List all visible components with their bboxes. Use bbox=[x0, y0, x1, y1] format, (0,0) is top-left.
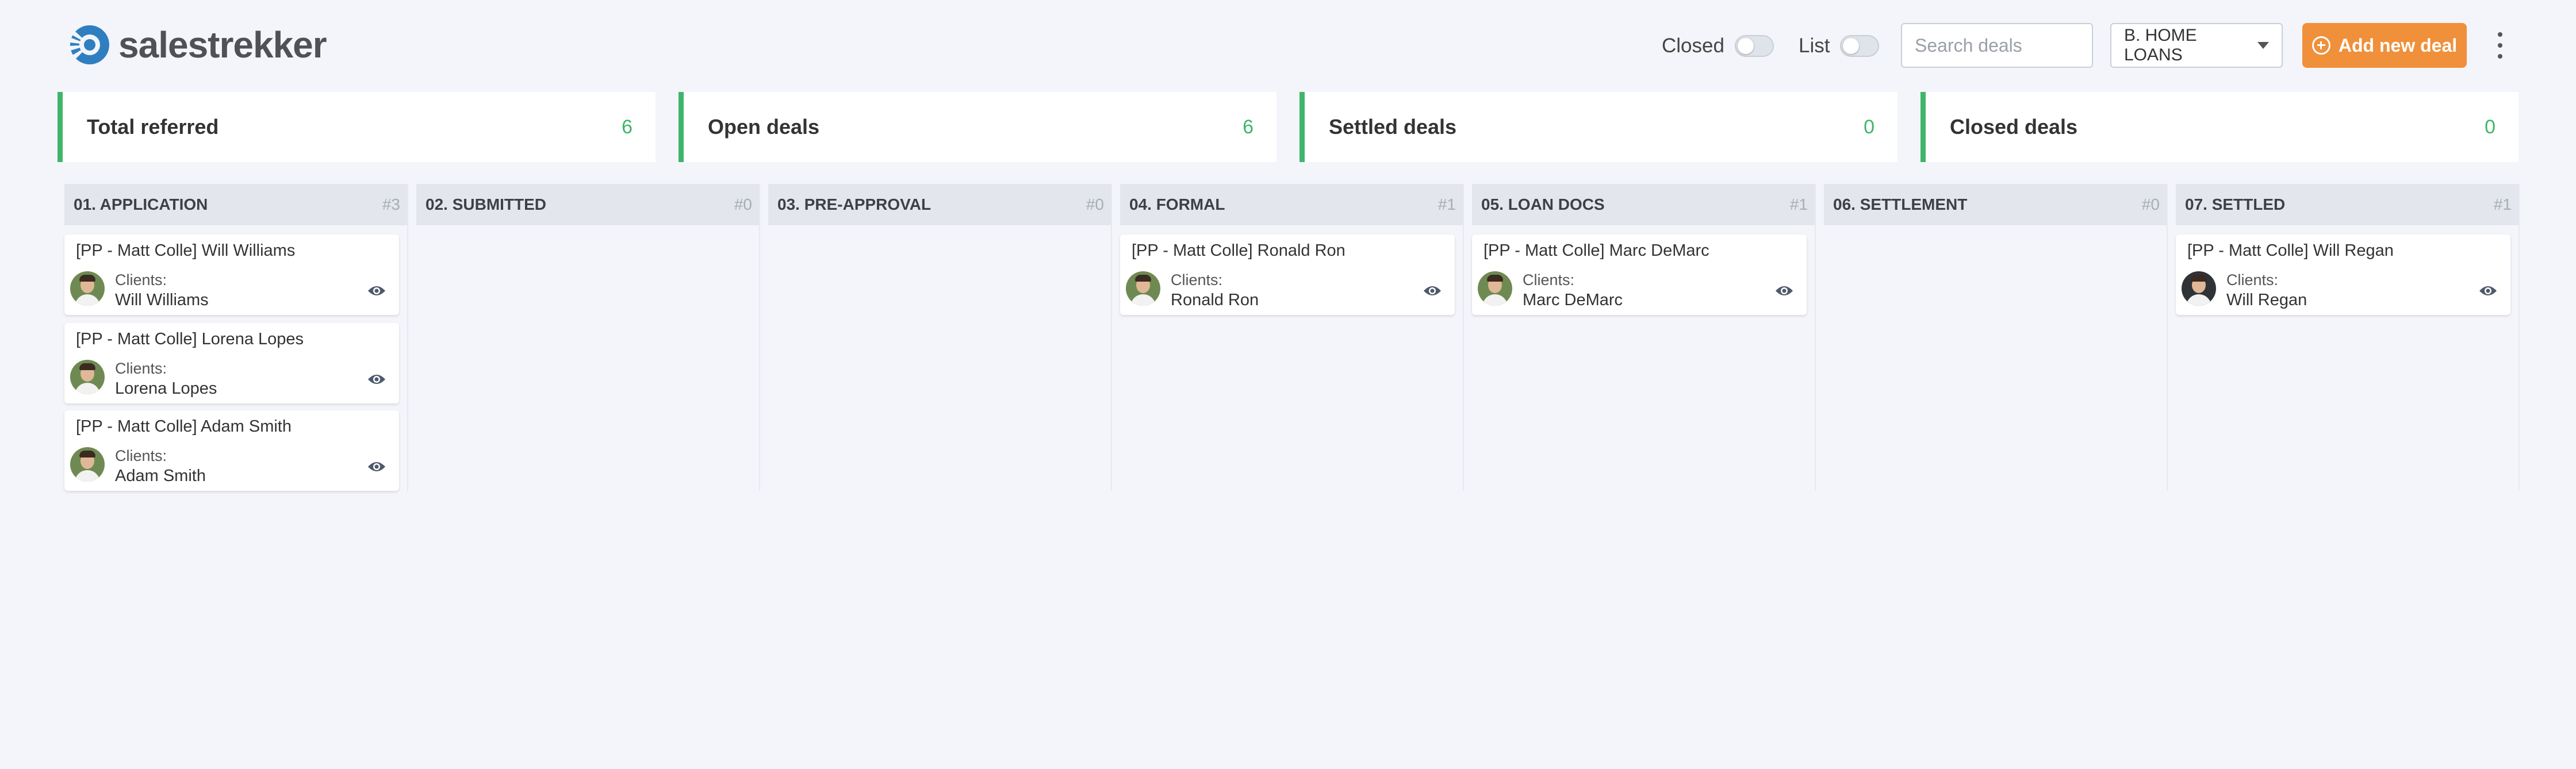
column-count: #0 bbox=[734, 195, 752, 213]
stat-label: Closed deals bbox=[1950, 115, 2078, 139]
column-header: 05. LOAN DOCS #1 bbox=[1472, 184, 1815, 225]
deal-card[interactable]: [PP - Matt Colle] Marc DeMarc Clients: M… bbox=[1472, 234, 1807, 315]
client-name: Will Williams bbox=[115, 291, 209, 309]
stat-value: 0 bbox=[1864, 116, 1874, 138]
more-options-icon[interactable] bbox=[2493, 32, 2507, 59]
column-count: #0 bbox=[2141, 195, 2160, 213]
eye-icon[interactable] bbox=[367, 460, 386, 474]
clients-label: Clients: bbox=[115, 447, 167, 464]
client-avatar bbox=[2182, 271, 2216, 306]
client-name: Will Regan bbox=[2226, 291, 2307, 309]
list-toggle-switch[interactable] bbox=[1840, 35, 1880, 57]
column-header: 04. FORMAL #1 bbox=[1120, 184, 1463, 225]
client-name: Lorena Lopes bbox=[115, 379, 217, 398]
deal-title[interactable]: [PP - Matt Colle] Marc DeMarc bbox=[1483, 241, 1709, 260]
stat-settled-deals: Settled deals 0 bbox=[1300, 92, 1897, 162]
column-header: 06. SETTLEMENT #0 bbox=[1824, 184, 2167, 225]
plus-circle-icon bbox=[2312, 36, 2330, 55]
column-count: #1 bbox=[1438, 195, 1456, 213]
deal-card[interactable]: [PP - Matt Colle] Will Williams Clients:… bbox=[64, 234, 399, 315]
stat-label: Open deals bbox=[708, 115, 820, 139]
stat-value: 6 bbox=[622, 116, 632, 138]
eye-icon[interactable] bbox=[367, 284, 386, 298]
column-count: #1 bbox=[2493, 195, 2512, 213]
pipeline-column-settlement: 06. SETTLEMENT #0 bbox=[1824, 184, 2168, 491]
logo-text: salestrekker bbox=[118, 24, 327, 66]
column-header: 07. SETTLED #1 bbox=[2176, 184, 2518, 225]
column-title: 03. PRE-APPROVAL bbox=[777, 195, 931, 213]
clients-label: Clients: bbox=[1171, 271, 1223, 289]
column-header: 02. SUBMITTED #0 bbox=[416, 184, 759, 225]
deal-card[interactable]: [PP - Matt Colle] Ronald Ron Clients: Ro… bbox=[1120, 234, 1455, 315]
column-header: 01. APPLICATION #3 bbox=[64, 184, 407, 225]
client-avatar bbox=[70, 360, 105, 394]
list-toggle[interactable]: List bbox=[1799, 32, 1880, 60]
list-toggle-label: List bbox=[1799, 34, 1830, 57]
pipeline-select[interactable]: B. HOME LOANS bbox=[2110, 23, 2283, 68]
stat-closed-deals: Closed deals 0 bbox=[1920, 92, 2518, 162]
column-title: 04. FORMAL bbox=[1129, 195, 1225, 213]
eye-icon[interactable] bbox=[1423, 284, 1442, 298]
stat-label: Total referred bbox=[87, 115, 219, 139]
stat-total-referred: Total referred 6 bbox=[57, 92, 656, 162]
closed-toggle[interactable]: Closed bbox=[1662, 32, 1774, 60]
clients-label: Clients: bbox=[2226, 271, 2279, 289]
eye-icon[interactable] bbox=[367, 372, 386, 386]
pipeline-column-submitted: 02. SUBMITTED #0 bbox=[416, 184, 760, 491]
closed-toggle-label: Closed bbox=[1662, 34, 1724, 57]
add-new-deal-label: Add new deal bbox=[2338, 34, 2458, 56]
closed-toggle-switch[interactable] bbox=[1734, 35, 1774, 57]
deal-title[interactable]: [PP - Matt Colle] Ronald Ron bbox=[1132, 241, 1346, 260]
add-new-deal-button[interactable]: Add new deal bbox=[2302, 23, 2467, 68]
stat-label: Settled deals bbox=[1329, 115, 1457, 139]
client-avatar bbox=[1126, 271, 1160, 306]
column-title: 06. SETTLEMENT bbox=[1833, 195, 1968, 213]
clients-label: Clients: bbox=[115, 271, 167, 289]
deal-card[interactable]: [PP - Matt Colle] Will Regan Clients: Wi… bbox=[2176, 234, 2510, 315]
clients-label: Clients: bbox=[115, 360, 167, 377]
client-avatar bbox=[1478, 271, 1512, 306]
stat-value: 0 bbox=[2485, 116, 2496, 138]
pipeline-column-loan-docs: 05. LOAN DOCS #1 [PP - Matt Colle] Marc … bbox=[1472, 184, 1816, 491]
client-avatar bbox=[70, 271, 105, 306]
column-title: 01. APPLICATION bbox=[74, 195, 208, 213]
logo-icon bbox=[69, 25, 109, 64]
column-count: #3 bbox=[382, 195, 400, 213]
pipeline-column-formal: 04. FORMAL #1 [PP - Matt Colle] Ronald R… bbox=[1120, 184, 1464, 491]
client-name: Adam Smith bbox=[115, 467, 206, 485]
pipeline-column-application: 01. APPLICATION #3 [PP - Matt Colle] Wil… bbox=[64, 184, 408, 491]
search-deals-input[interactable] bbox=[1901, 23, 2093, 68]
column-count: #0 bbox=[1086, 195, 1104, 213]
column-header: 03. PRE-APPROVAL #0 bbox=[768, 184, 1111, 225]
stat-open-deals: Open deals 6 bbox=[678, 92, 1276, 162]
client-avatar bbox=[70, 447, 105, 482]
caret-down-icon bbox=[2257, 42, 2269, 49]
salestrekker-logo[interactable]: salestrekker bbox=[63, 21, 327, 69]
column-title: 05. LOAN DOCS bbox=[1481, 195, 1605, 213]
column-count: #1 bbox=[1789, 195, 1808, 213]
toggle-knob bbox=[1843, 38, 1860, 54]
pipeline-column-settled: 07. SETTLED #1 [PP - Matt Colle] Will Re… bbox=[2176, 184, 2520, 491]
stat-value: 6 bbox=[1243, 116, 1254, 138]
eye-icon[interactable] bbox=[1774, 284, 1794, 298]
deal-card[interactable]: [PP - Matt Colle] Adam Smith Clients: Ad… bbox=[64, 410, 399, 491]
deal-card[interactable]: [PP - Matt Colle] Lorena Lopes Clients: … bbox=[64, 323, 399, 403]
deal-title[interactable]: [PP - Matt Colle] Will Williams bbox=[76, 241, 295, 260]
toggle-knob bbox=[1737, 38, 1754, 54]
app-header: salestrekker Closed List B. HOME LOANS A… bbox=[0, 0, 2576, 92]
client-name: Ronald Ron bbox=[1171, 291, 1259, 309]
column-title: 07. SETTLED bbox=[2185, 195, 2286, 213]
column-title: 02. SUBMITTED bbox=[425, 195, 547, 213]
pipeline-select-value: B. HOME LOANS bbox=[2124, 26, 2197, 64]
deal-title[interactable]: [PP - Matt Colle] Adam Smith bbox=[76, 417, 292, 436]
client-name: Marc DeMarc bbox=[1523, 291, 1623, 309]
deal-title[interactable]: [PP - Matt Colle] Lorena Lopes bbox=[76, 330, 304, 349]
eye-icon[interactable] bbox=[2478, 284, 2498, 298]
pipeline-column-pre-approval: 03. PRE-APPROVAL #0 bbox=[768, 184, 1112, 491]
clients-label: Clients: bbox=[1523, 271, 1575, 289]
deal-title[interactable]: [PP - Matt Colle] Will Regan bbox=[2187, 241, 2394, 260]
